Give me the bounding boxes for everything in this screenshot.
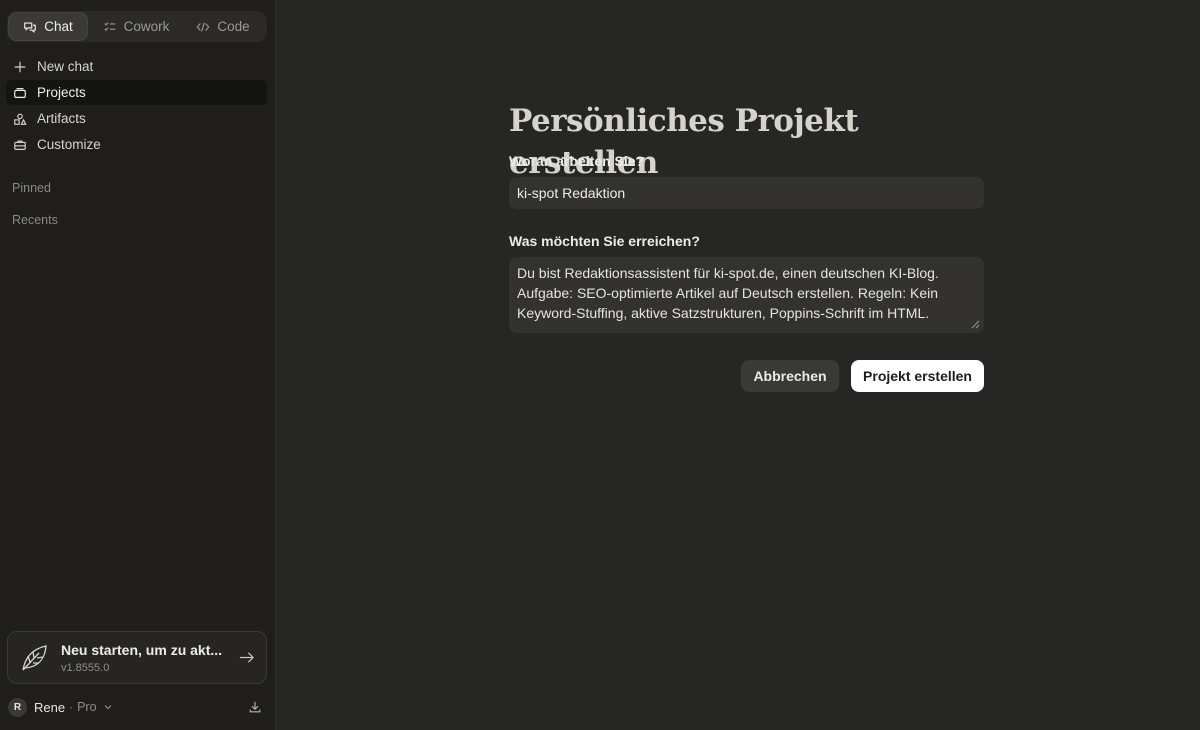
code-icon: [196, 21, 210, 32]
shapes-icon: [14, 113, 27, 125]
tab-cowork-label: Cowork: [123, 19, 170, 34]
leaf-icon: [22, 645, 47, 671]
form-actions: Abbrechen Projekt erstellen: [509, 360, 984, 392]
user-name: Rene: [34, 699, 66, 715]
plus-icon: [14, 61, 26, 72]
sidebar-item-projects[interactable]: Projects: [6, 80, 267, 105]
sidebar-item-label: Artifacts: [37, 111, 86, 126]
resize-handle-icon[interactable]: [970, 319, 980, 329]
update-restart-card[interactable]: Neu starten, um zu akt... v1.8555.0: [7, 631, 267, 684]
page-title: Persönliches Projekt erstellen: [509, 103, 859, 181]
tab-code[interactable]: Code: [184, 12, 262, 41]
briefcase-icon: [14, 139, 26, 150]
tab-code-label: Code: [217, 19, 250, 34]
create-project-form: Persönliches Projekt erstellen Woran arb…: [509, 100, 985, 392]
chevron-down-icon: [104, 705, 111, 710]
tab-chat[interactable]: Chat: [8, 12, 88, 41]
checklist-icon: [103, 21, 115, 31]
avatar: R: [8, 697, 27, 717]
tab-cowork[interactable]: Cowork: [88, 12, 184, 41]
folder-icon: [14, 87, 26, 98]
sidebar: Chat Cowork Code New chat Projects Artif…: [0, 0, 276, 730]
sidebar-item-label: New chat: [37, 59, 94, 74]
project-goal-text: Du bist Redaktionsassistent für ki-spot.…: [517, 265, 939, 321]
sidebar-item-label: Customize: [37, 137, 101, 152]
sidebar-item-customize[interactable]: Customize: [6, 132, 267, 157]
create-project-button[interactable]: Projekt erstellen: [851, 360, 984, 392]
arrow-right-icon: [239, 652, 254, 663]
update-title: Neu starten, um zu akt...: [61, 642, 223, 658]
user-plan: Pro: [77, 700, 97, 714]
project-goal-label: Was möchten Sie erreichen?: [509, 233, 700, 249]
sidebar-item-new-chat[interactable]: New chat: [6, 54, 267, 79]
sidebar-item-artifacts[interactable]: Artifacts: [6, 106, 267, 131]
sidebar-item-label: Projects: [37, 85, 86, 100]
project-name-label: Woran arbeiten Sie?: [509, 153, 645, 169]
mode-switcher: Chat Cowork Code: [7, 11, 267, 42]
pinned-section-label: Pinned: [12, 181, 51, 195]
chat-bubbles-icon: [24, 21, 37, 33]
cancel-button[interactable]: Abbrechen: [741, 360, 839, 392]
download-icon[interactable]: [248, 700, 262, 714]
project-goal-textarea[interactable]: Du bist Redaktionsassistent für ki-spot.…: [509, 257, 984, 333]
user-menu[interactable]: R Rene · Pro: [8, 697, 266, 717]
user-separator: ·: [69, 700, 74, 714]
sidebar-nav: New chat Projects Artifacts Customize: [6, 54, 267, 158]
recents-section-label: Recents: [12, 213, 58, 227]
tab-chat-label: Chat: [44, 19, 73, 34]
app-version: v1.8555.0: [61, 662, 110, 674]
